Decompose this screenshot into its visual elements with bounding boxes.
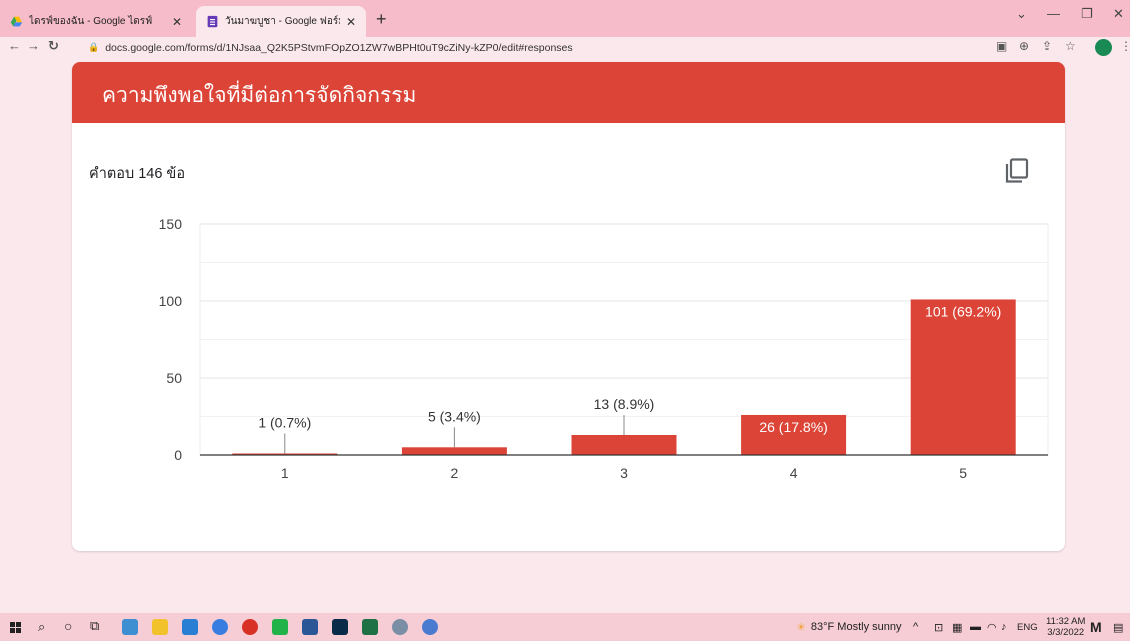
windows-taskbar: ⌕ ○ ⧉ ☀ 83°F Mostly sunny ^ ⊡ ▦ ▬ ◠ ♪ EN…	[0, 613, 1130, 641]
y-tick-label: 50	[166, 370, 182, 386]
y-tick-label: 100	[159, 293, 183, 309]
app-icon[interactable]	[392, 619, 408, 635]
lock-icon: 🔒	[88, 42, 100, 52]
address-bar[interactable]: 🔒 docs.google.com/forms/d/1NJsaa_Q2K5PSt…	[88, 38, 978, 57]
back-icon[interactable]: ←	[8, 38, 21, 53]
mail-icon[interactable]	[182, 619, 198, 635]
close-tab-icon[interactable]: ✕	[346, 15, 356, 29]
chrome-icon[interactable]	[242, 619, 258, 635]
wifi-icon[interactable]: ◠	[987, 613, 997, 641]
cortana-icon[interactable]: ○	[64, 618, 72, 634]
weather-widget[interactable]: ☀ 83°F Mostly sunny	[796, 613, 901, 641]
new-tab-button[interactable]: +	[376, 9, 387, 30]
notifications-icon[interactable]: ▤	[1113, 613, 1123, 641]
tab-google-drive[interactable]: ไดรฟ์ของฉัน - Google ไดรฟ์ ✕	[0, 6, 192, 37]
browser-tab-strip: ไดรฟ์ของฉัน - Google ไดรฟ์ ✕ วันมาฆบูชา …	[0, 0, 1130, 37]
tab-google-forms[interactable]: วันมาฆบูชา - Google ฟอร์ม ✕	[196, 6, 366, 37]
maximize-icon[interactable]: ❐	[1081, 6, 1093, 22]
battery-icon[interactable]: ▬	[970, 613, 981, 641]
windows-start-icon[interactable]	[10, 622, 21, 633]
bar-data-label: 101 (69.2%)	[925, 303, 1001, 319]
chrome-profile-icon[interactable]	[422, 619, 438, 635]
x-tick-label: 1	[281, 465, 289, 481]
tab-title: วันมาฆบูชา - Google ฟอร์ม	[225, 16, 340, 27]
url-text: docs.google.com/forms/d/1NJsaa_Q2K5PStvm…	[105, 41, 573, 54]
edge-icon[interactable]	[122, 619, 138, 635]
file-explorer-icon[interactable]	[152, 619, 168, 635]
excel-icon[interactable]	[362, 619, 378, 635]
x-tick-label: 2	[451, 465, 459, 481]
photoshop-icon[interactable]	[332, 619, 348, 635]
system-clock[interactable]: 11:32 AM 3/3/2022	[1046, 616, 1085, 638]
bookmark-star-icon[interactable]: ☆	[1065, 39, 1076, 53]
browser-toolbar: ← → ↻ 🔒 docs.google.com/forms/d/1NJsaa_Q…	[0, 37, 1130, 58]
y-tick-label: 150	[159, 216, 183, 232]
clock-date: 3/3/2022	[1047, 627, 1085, 638]
share-icon[interactable]: ⇪	[1042, 39, 1052, 53]
x-tick-label: 4	[790, 465, 798, 481]
clock-time: 11:32 AM	[1046, 616, 1086, 627]
bar-data-label: 5 (3.4%)	[428, 408, 481, 424]
tray-app-icon[interactable]: ⊡	[934, 613, 943, 641]
zoom-icon[interactable]: ⊕	[1019, 39, 1029, 53]
bar-data-label: 13 (8.9%)	[594, 396, 655, 412]
tray-app-icon[interactable]: ▦	[952, 613, 962, 641]
close-tab-icon[interactable]: ✕	[172, 15, 182, 29]
x-tick-label: 5	[959, 465, 967, 481]
weather-text: 83°F Mostly sunny	[810, 621, 902, 633]
line-icon[interactable]	[272, 619, 288, 635]
tab-title: ไดรฟ์ของฉัน - Google ไดรฟ์	[29, 16, 153, 27]
response-summary-card: ความพึงพอใจที่มีต่อการจัดกิจกรรม คำตอบ 1…	[72, 62, 1065, 551]
profile-avatar[interactable]	[1095, 39, 1112, 56]
bar-data-label: 26 (17.8%)	[759, 419, 827, 435]
task-view-icon[interactable]: ⧉	[90, 618, 99, 634]
volume-icon[interactable]: ♪	[1001, 613, 1007, 641]
bar	[401, 447, 507, 455]
y-tick-label: 0	[174, 447, 182, 463]
menu-icon[interactable]: ⋮	[1120, 39, 1130, 53]
bar	[910, 299, 1016, 455]
bar-data-label: 1 (0.7%)	[258, 414, 311, 430]
bar-chart: 0 50 100 150 1 (0.7%) 1 5 (3.4%) 2 13 (8.9%) 3 26 …	[159, 216, 1049, 481]
minimize-icon[interactable]: —	[1047, 6, 1060, 21]
translate-icon[interactable]: ▣	[996, 39, 1007, 53]
forward-icon[interactable]: →	[27, 38, 40, 53]
close-window-icon[interactable]: ✕	[1113, 6, 1124, 22]
search-icon[interactable]: ⌕	[38, 619, 45, 635]
tab-search-icon[interactable]: ⌄	[1016, 6, 1027, 22]
google-drive-icon	[10, 16, 23, 27]
sunny-icon: ☀	[796, 621, 806, 634]
bar	[571, 434, 677, 455]
word-icon[interactable]	[302, 619, 318, 635]
app-icon[interactable]	[212, 619, 228, 635]
x-tick-label: 3	[620, 465, 628, 481]
google-forms-icon	[207, 15, 218, 28]
input-language[interactable]: ENG	[1017, 613, 1038, 641]
reload-icon[interactable]: ↻	[48, 38, 59, 54]
show-hidden-icons-icon[interactable]: ^	[913, 613, 918, 641]
app-icon[interactable]: M	[1090, 613, 1102, 641]
